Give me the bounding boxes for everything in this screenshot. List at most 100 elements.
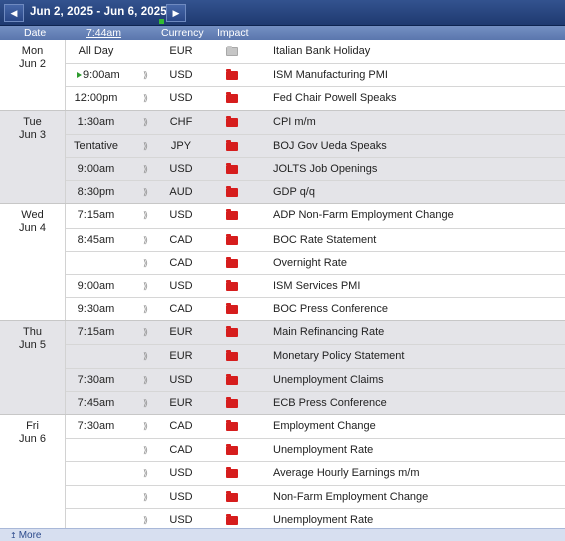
next-week-button[interactable]: ▶	[166, 4, 186, 22]
event-title[interactable]: Fed Chair Powell Speaks	[273, 87, 397, 110]
event-detail-icon[interactable]: ⟫	[143, 64, 148, 87]
event-row[interactable]: 12:00pm ⟫ USD Fed Chair Powell Speaks	[66, 86, 565, 109]
event-row[interactable]: 7:15am ⟫ EUR Main Refinancing Rate	[66, 321, 565, 344]
event-currency: CAD	[169, 303, 193, 316]
range-status-marker	[159, 19, 164, 24]
event-title[interactable]: Unemployment Rate	[273, 439, 373, 462]
event-time: 8:30pm	[77, 186, 115, 199]
impact-icon	[226, 92, 238, 104]
event-row[interactable]: 9:00am ⟫ USD ISM Manufacturing PMI	[66, 63, 565, 86]
event-title[interactable]: JOLTS Job Openings	[273, 158, 377, 181]
event-time: Tentative	[73, 139, 119, 152]
event-detail-icon[interactable]: ⟫	[143, 275, 148, 298]
event-currency: CHF	[169, 115, 193, 128]
event-currency: JPY	[170, 139, 192, 152]
high-impact-icon	[226, 92, 238, 104]
prev-week-button[interactable]: ◀	[4, 4, 24, 22]
high-impact-icon	[226, 326, 238, 338]
event-title[interactable]: Employment Change	[273, 415, 376, 438]
high-impact-icon	[226, 396, 238, 408]
event-currency: USD	[169, 209, 193, 222]
event-detail-icon[interactable]: ⟫	[143, 486, 148, 509]
event-detail-icon[interactable]: ⟫	[143, 229, 148, 252]
event-detail-icon[interactable]: ⟫	[143, 135, 148, 158]
event-detail-icon[interactable]: ⟫	[143, 204, 148, 227]
event-title[interactable]: Italian Bank Holiday	[273, 40, 370, 63]
impact-icon	[226, 186, 238, 198]
impact-icon	[226, 115, 238, 127]
event-detail-icon[interactable]: ⟫	[143, 369, 148, 392]
event-detail-icon[interactable]: ⟫	[143, 345, 148, 368]
impact-icon	[226, 420, 238, 431]
impact-icon	[226, 279, 238, 291]
event-title[interactable]: ISM Manufacturing PMI	[273, 64, 388, 87]
day-group: Mon Jun 2 All Day EUR Italian Bank Holiday 9:…	[0, 40, 565, 111]
event-row[interactable]: ⟫ EUR Monetary Policy Statement	[66, 344, 565, 367]
high-impact-icon	[226, 420, 238, 431]
event-detail-icon[interactable]: ⟫	[143, 462, 148, 485]
event-row[interactable]: ⟫ CAD Overnight Rate	[66, 250, 565, 275]
event-detail-icon[interactable]: ⟫	[143, 321, 148, 344]
event-currency: USD	[169, 467, 193, 480]
impact-icon	[226, 467, 238, 479]
event-title[interactable]: BOC Press Conference	[273, 298, 388, 321]
high-impact-icon	[226, 256, 238, 268]
impact-icon	[226, 350, 238, 362]
event-detail-icon[interactable]: ⟫	[143, 439, 148, 462]
event-row[interactable]: ⟫ USD Non-Farm Employment Change	[66, 484, 565, 509]
event-title[interactable]: Non-Farm Employment Change	[273, 486, 428, 509]
event-title[interactable]: BOJ Gov Ueda Speaks	[273, 135, 387, 158]
event-detail-icon[interactable]: ⟫	[143, 87, 148, 110]
impact-icon	[226, 396, 238, 408]
event-title[interactable]: Overnight Rate	[273, 252, 347, 275]
impact-icon	[226, 209, 238, 221]
event-row[interactable]: 8:45am ⟫ CAD BOC Rate Statement	[66, 227, 565, 252]
event-title[interactable]: ECB Press Conference	[273, 392, 387, 415]
event-title[interactable]: ISM Services PMI	[273, 275, 360, 298]
date-cell: Tue Jun 3	[0, 110, 66, 204]
chevron-right-icon: ▶	[172, 7, 180, 18]
event-row[interactable]: ⟫ USD Average Hourly Earnings m/m	[66, 461, 565, 484]
impact-icon	[226, 46, 238, 56]
event-title[interactable]: Average Hourly Earnings m/m	[273, 462, 420, 485]
high-impact-icon	[226, 350, 238, 362]
event-time: 8:45am	[77, 233, 115, 246]
column-header-currency: Currency	[161, 27, 204, 39]
high-impact-icon	[226, 209, 238, 221]
event-row[interactable]: 7:30am ⟫ CAD Employment Change	[66, 415, 565, 438]
event-currency: EUR	[169, 396, 193, 409]
event-title[interactable]: Unemployment Claims	[273, 369, 384, 392]
more-link[interactable]: ↥ More	[10, 529, 42, 541]
event-detail-icon[interactable]: ⟫	[143, 111, 148, 134]
impact-icon	[226, 233, 238, 245]
event-detail-icon[interactable]: ⟫	[143, 181, 148, 204]
event-currency: USD	[169, 162, 193, 175]
day-group: Fri Jun 6 7:30am ⟫ CAD Employment Change ⟫ CAD U…	[0, 415, 565, 532]
event-row[interactable]: 1:30am ⟫ CHF CPI m/m	[66, 111, 565, 134]
event-title[interactable]: Main Refinancing Rate	[273, 321, 384, 344]
event-row[interactable]: ⟫ CAD Unemployment Rate	[66, 438, 565, 461]
event-detail-icon[interactable]: ⟫	[143, 415, 148, 438]
event-detail-icon[interactable]: ⟫	[143, 392, 148, 415]
event-row[interactable]: 8:30pm ⟫ AUD GDP q/q	[66, 180, 565, 203]
event-title[interactable]: CPI m/m	[273, 111, 316, 134]
event-title[interactable]: GDP q/q	[273, 181, 315, 204]
event-title[interactable]: ADP Non-Farm Employment Change	[273, 204, 454, 227]
high-impact-icon	[226, 115, 238, 127]
event-detail-icon[interactable]: ⟫	[143, 252, 148, 275]
event-row[interactable]: 7:30am ⟫ USD Unemployment Claims	[66, 367, 565, 392]
column-header-date: Date	[24, 27, 47, 39]
event-title[interactable]: BOC Rate Statement	[273, 229, 376, 252]
event-title[interactable]: Monetary Policy Statement	[273, 345, 404, 368]
event-time: 9:00am	[77, 279, 115, 292]
event-row[interactable]: Tentative ⟫ JPY BOJ Gov Ueda Speaks	[66, 133, 565, 158]
event-row[interactable]: 7:15am ⟫ USD ADP Non-Farm Employment Change	[66, 204, 565, 227]
current-time-link[interactable]: 7:44am	[86, 26, 121, 40]
event-row[interactable]: 7:45am ⟫ EUR ECB Press Conference	[66, 390, 565, 415]
event-row[interactable]: All Day EUR Italian Bank Holiday	[66, 40, 565, 63]
event-row[interactable]: 9:30am ⟫ CAD BOC Press Conference	[66, 297, 565, 320]
event-detail-icon[interactable]: ⟫	[143, 298, 148, 321]
event-row[interactable]: 9:00am ⟫ USD ISM Services PMI	[66, 273, 565, 298]
event-detail-icon[interactable]: ⟫	[143, 158, 148, 181]
event-row[interactable]: 9:00am ⟫ USD JOLTS Job Openings	[66, 156, 565, 181]
